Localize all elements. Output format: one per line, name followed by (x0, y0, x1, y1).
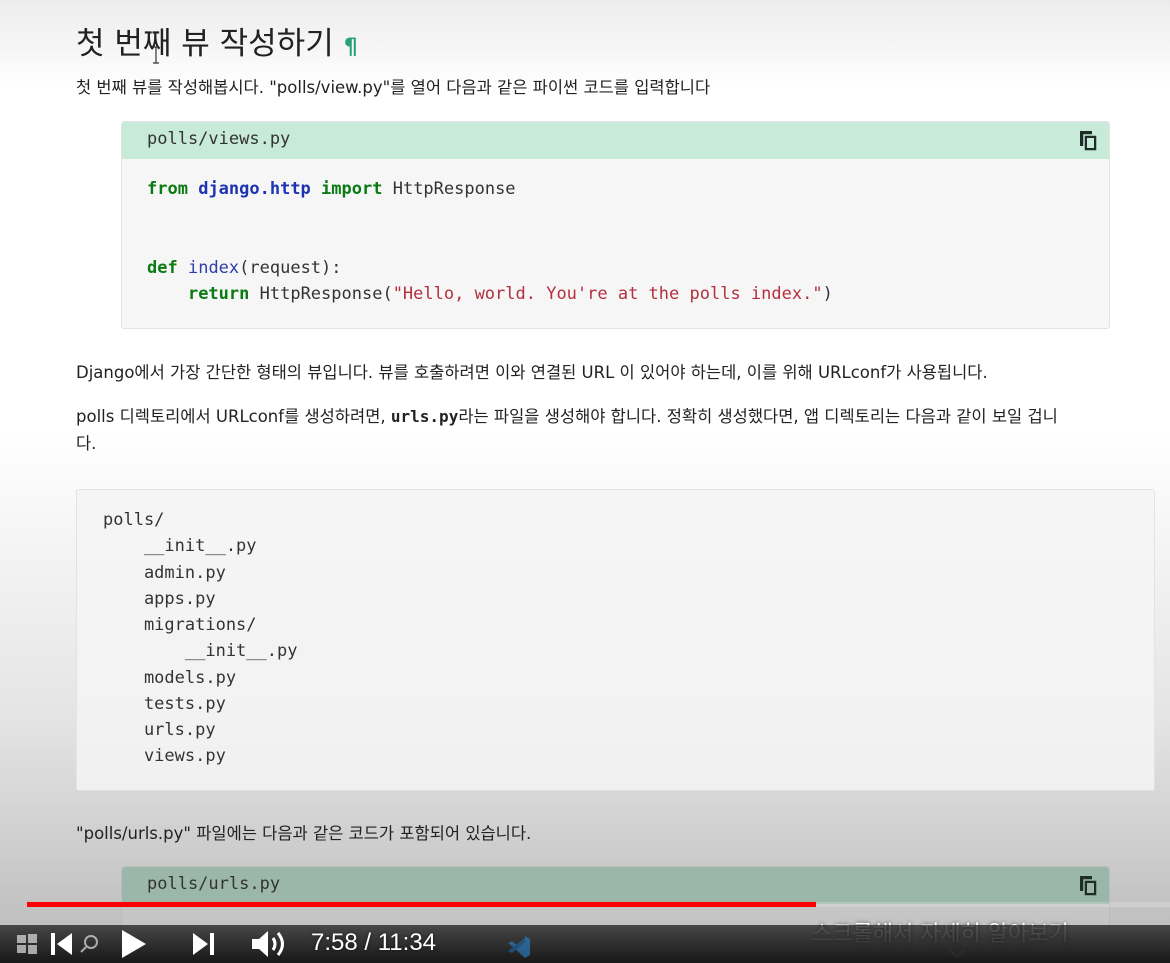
directory-tree-block: polls/ __init__.py admin.py apps.py migr… (76, 489, 1155, 791)
copy-icon[interactable] (1079, 875, 1099, 897)
tree-line: polls/ (103, 510, 165, 530)
tree-line: tests.py (103, 694, 226, 714)
tree-line: __init__.py (103, 641, 298, 661)
volume-icon[interactable] (248, 925, 290, 963)
page: 첫 번째 뷰 작성하기 ¶ 첫 번째 뷰를 작성해봅시다. "polls/view… (0, 0, 1170, 963)
code-filename: polls/views.py (147, 129, 291, 149)
code-filename-bar: polls/views.py (122, 122, 1109, 159)
vscode-icon[interactable] (506, 934, 532, 960)
keyword-from: from (147, 179, 188, 199)
time-separator: / (357, 929, 378, 956)
prev-icon[interactable] (46, 925, 76, 963)
code-filename: polls/urls.py (147, 874, 281, 894)
tree-line: apps.py (103, 589, 216, 609)
next-icon[interactable] (188, 925, 220, 963)
call-close: ) (822, 284, 833, 304)
keyword-def: def (147, 258, 178, 278)
ibeam-cursor-icon (153, 46, 159, 64)
play-icon[interactable] (116, 925, 150, 963)
code-filename-bar: polls/urls.py (122, 867, 1109, 904)
module-name: django.http (198, 179, 311, 199)
function-args: (request): (239, 258, 342, 278)
paragraph-urls-contents: "polls/urls.py" 파일에는 다음과 같은 코드가 포함되어 있습니… (76, 824, 532, 843)
progress-fill (27, 902, 816, 907)
copy-icon[interactable] (1079, 130, 1099, 152)
tree-line: views.py (103, 746, 226, 766)
windows-start-icon[interactable] (14, 925, 40, 963)
progress-bar[interactable] (27, 902, 1170, 907)
tree-line: urls.py (103, 720, 216, 740)
tree-line: __init__.py (103, 536, 257, 556)
keyword-import: import (321, 179, 383, 199)
search-icon[interactable] (78, 925, 100, 963)
intro-paragraph: 첫 번째 뷰를 작성해봅시다. "polls/view.py"를 열어 다음과 … (76, 78, 711, 97)
duration: 11:34 (377, 929, 437, 956)
call-expression: HttpResponse( (259, 284, 393, 304)
code-line-return: return HttpResponse("Hello, world. You'r… (147, 284, 833, 304)
paragraph-urls-py-wrap: 다. (76, 434, 97, 453)
player-controls (0, 925, 1170, 963)
current-time: 7:58 (311, 929, 358, 956)
heading-anchor-link[interactable]: ¶ (344, 35, 358, 60)
string-literal: "Hello, world. You're at the polls index… (392, 284, 823, 304)
import-name: HttpResponse (392, 179, 516, 199)
tree-line: models.py (103, 668, 237, 688)
heading-text: 첫 번째 뷰 작성하기 (76, 26, 334, 62)
time-display: 7:58 / 11:34 (311, 929, 436, 957)
paragraph-urlconf: Django에서 가장 간단한 형태의 뷰입니다. 뷰를 호출하려면 이와 연결… (76, 363, 988, 382)
paragraph-urls-py: polls 디렉토리에서 URLconf를 생성하려면, urls.py라는 파… (76, 403, 1058, 430)
tree-line: migrations/ (103, 615, 257, 635)
inline-code-urls: urls.py (390, 407, 459, 426)
keyword-return: return (187, 284, 250, 304)
text-before: polls 디렉토리에서 URLconf를 생성하려면, (76, 407, 391, 426)
page-title: 첫 번째 뷰 작성하기 ¶ (76, 18, 358, 63)
function-name: index (187, 258, 240, 278)
tree-line: admin.py (103, 563, 226, 583)
text-after: 라는 파일을 생성해야 합니다. 정확히 생성했다면, 앱 디렉토리는 다음과 … (458, 407, 1058, 426)
code-line-def: def index(request): (147, 258, 342, 278)
code-line-import: from django.http import HttpResponse (147, 179, 516, 199)
code-block-views: polls/views.py from django.http import H… (121, 121, 1110, 329)
